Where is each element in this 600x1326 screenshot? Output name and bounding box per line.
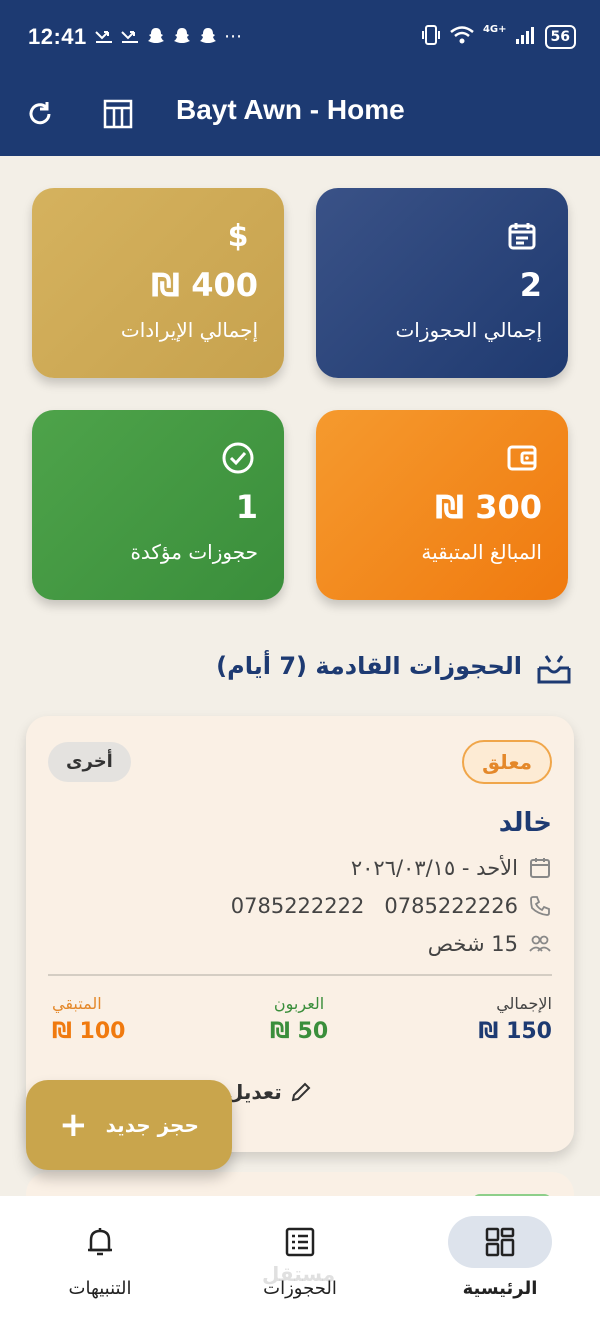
vibrate-icon	[421, 24, 441, 50]
app-bar: Bayt Awn - Home	[0, 76, 600, 156]
dollar-icon: $	[227, 218, 249, 254]
page-title: Bayt Awn - Home	[176, 94, 405, 125]
network-type: 4G+	[482, 24, 507, 35]
nav-notifications-label: التنبيهات	[68, 1278, 132, 1299]
total-bookings-card[interactable]: 2 إجمالي الحجوزات	[316, 188, 568, 378]
upcoming-bookings-title: الحجوزات القادمة (7 أيام)	[216, 652, 522, 680]
refresh-icon	[29, 102, 51, 125]
plus-icon: +	[59, 1105, 88, 1145]
wifi-icon	[449, 25, 475, 49]
total-amount: الإجمالي ₪ 150	[479, 994, 552, 1044]
calendar-view-button[interactable]	[96, 92, 140, 136]
bell-icon	[48, 1216, 152, 1268]
total-amount-value: ₪ 150	[478, 1019, 552, 1044]
list-icon	[248, 1216, 352, 1268]
new-booking-button[interactable]: حجز جديد +	[26, 1080, 232, 1170]
remaining-amount: المتبقي ₪ 100	[52, 994, 125, 1044]
snapchat-icon	[146, 26, 166, 51]
new-booking-label: حجز جديد	[105, 1113, 199, 1137]
deposit-amount-label: العربون	[273, 994, 325, 1013]
total-revenue-label: إجمالي الإيرادات	[120, 318, 258, 342]
total-amount-label: الإجمالي	[496, 994, 552, 1013]
booking-guests: 15 شخص	[427, 932, 518, 956]
status-time: 12:41	[28, 24, 87, 49]
calendar-icon	[504, 218, 540, 254]
status-right: 4G+ 56	[421, 24, 576, 50]
total-bookings-label: إجمالي الحجوزات	[395, 318, 542, 342]
notification-icons: ⋯	[94, 26, 242, 51]
booking-phone-row[interactable]: 0785222222 0785222226	[231, 894, 552, 918]
booking-date: الأحد - ٢٠٢٦/٠٣/١٥	[350, 856, 518, 880]
calendar-icon	[530, 858, 550, 878]
signal-icon	[515, 25, 537, 49]
nav-item-notifications[interactable]: التنبيهات	[0, 1216, 200, 1299]
total-revenue-card[interactable]: $ ₪ 400 إجمالي الإيرادات	[32, 188, 284, 378]
pencil-icon	[291, 1082, 311, 1102]
confirmed-bookings-value: 1	[235, 488, 258, 526]
table-icon	[103, 99, 133, 129]
remaining-amounts-card[interactable]: ₪ 300 المبالغ المتبقية	[316, 410, 568, 600]
check-circle-icon	[220, 440, 256, 476]
upcoming-icon	[536, 652, 572, 686]
grid-icon	[448, 1216, 552, 1268]
nav-item-home[interactable]: الرئيسية	[400, 1216, 600, 1299]
edit-label: تعديل	[226, 1080, 282, 1104]
nav-item-bookings[interactable]: الحجوزات	[200, 1216, 400, 1299]
nav-home-label: الرئيسية	[462, 1278, 538, 1299]
people-icon	[529, 935, 551, 952]
confirmed-bookings-card[interactable]: 1 حجوزات مؤكدة	[32, 410, 284, 600]
bottom-navigation: الرئيسية الحجوزات التنبيهات	[0, 1196, 600, 1326]
missed-call-icon	[120, 26, 140, 51]
status-bar: 12:41 ⋯ 4G+ 56	[0, 0, 600, 76]
watermark: مستقل	[262, 1262, 336, 1286]
total-revenue-value: ₪ 400	[151, 266, 258, 304]
phone-icon	[530, 896, 550, 916]
remaining-amounts-label: المبالغ المتبقية	[421, 540, 542, 564]
edit-button[interactable]: تعديل	[226, 1080, 312, 1104]
top-bar: 12:41 ⋯ 4G+ 56 Bayt Awn - Home	[0, 0, 600, 156]
total-bookings-value: 2	[519, 266, 542, 304]
booking-phones: 0785222222 0785222226	[230, 894, 518, 918]
battery-level: 56	[544, 25, 576, 49]
remaining-amount-label: المتبقي	[52, 994, 102, 1013]
snapchat-icon	[198, 26, 218, 51]
guest-name: خالد	[498, 808, 552, 838]
status-badge: معلق	[462, 740, 552, 784]
confirmed-bookings-label: حجوزات مؤكدة	[130, 540, 258, 564]
refresh-button[interactable]	[18, 92, 62, 136]
missed-call-icon	[94, 26, 114, 51]
deposit-amount: العربون ₪ 50	[270, 994, 328, 1044]
booking-date-row: الأحد - ٢٠٢٦/٠٣/١٥	[351, 856, 552, 880]
wallet-icon	[504, 440, 540, 476]
deposit-amount-value: ₪ 50	[270, 1019, 329, 1044]
more-notifications-icon: ⋯	[224, 26, 242, 47]
card-divider	[48, 974, 552, 976]
snapchat-icon	[172, 26, 192, 51]
remaining-amount-value: ₪ 100	[52, 1019, 126, 1044]
booking-guests-row: 15 شخص	[428, 932, 552, 956]
remaining-amounts-value: ₪ 300	[435, 488, 542, 526]
type-badge: أخرى	[48, 742, 131, 782]
